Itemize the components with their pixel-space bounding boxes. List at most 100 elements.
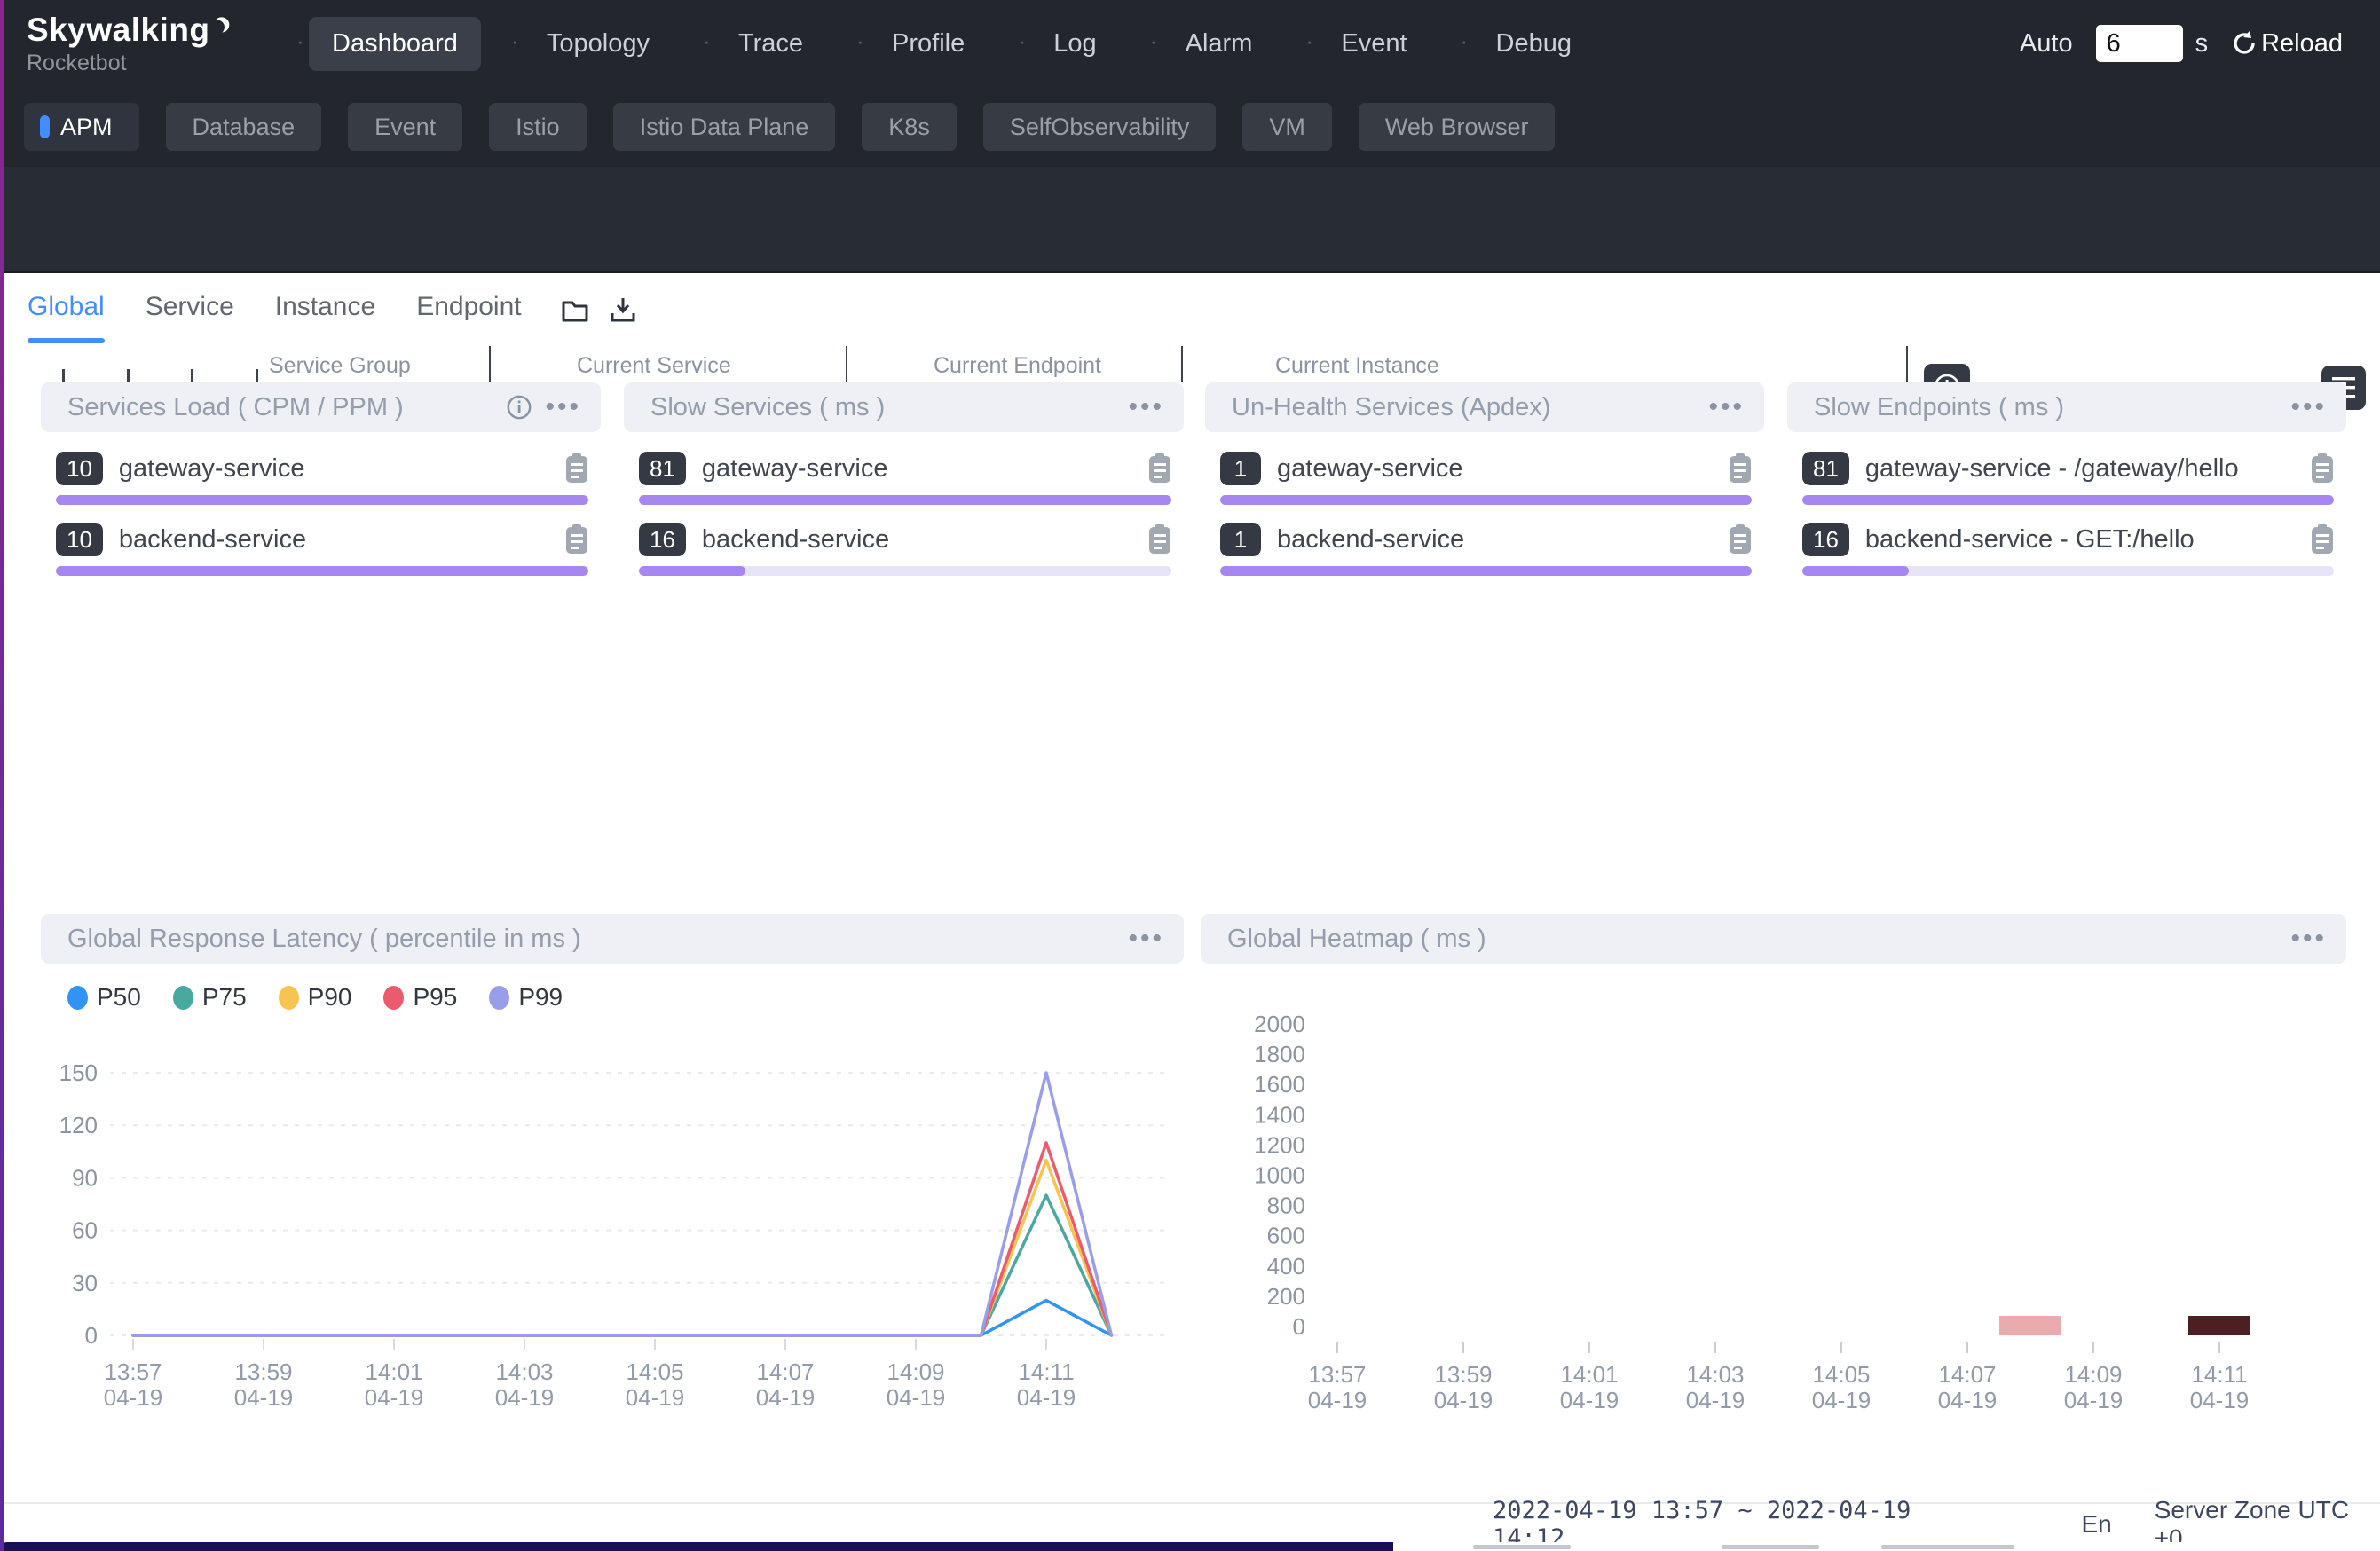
card-header: Un-Health Services (Apdex) •••	[1205, 382, 1764, 432]
svg-text:1200: 1200	[1254, 1131, 1305, 1158]
active-dot	[40, 115, 50, 138]
legend-item[interactable]: P99	[489, 983, 563, 1012]
category-istio-data-plane[interactable]: Istio Data Plane	[613, 103, 836, 151]
category-label: Istio Data Plane	[640, 114, 809, 141]
progress-bar	[639, 495, 1171, 505]
folder-icon[interactable]	[561, 295, 589, 324]
svg-text:04-19: 04-19	[1434, 1387, 1493, 1413]
cutoff-text	[1722, 1545, 1819, 1549]
svg-text:14:07: 14:07	[1938, 1361, 1996, 1388]
nav-item-event[interactable]: Event	[1318, 17, 1430, 71]
svg-text:14:09: 14:09	[887, 1358, 944, 1385]
nav-item-debug[interactable]: Debug	[1473, 17, 1595, 71]
category-database[interactable]: Database	[166, 103, 322, 151]
card-title: Un-Health Services (Apdex)	[1232, 393, 1550, 422]
current-endpoint-label: Current Endpoint	[934, 353, 1101, 379]
endpoint-name[interactable]: backend-service - GET:/hello	[1865, 525, 2195, 555]
clipboard-icon[interactable]	[1729, 524, 1752, 555]
svg-text:1000: 1000	[1254, 1162, 1305, 1189]
category-vm[interactable]: VM	[1242, 103, 1332, 151]
auto-unit-label: s	[2195, 29, 2209, 59]
service-name[interactable]: backend-service	[702, 525, 889, 555]
service-name[interactable]: gateway-service	[119, 454, 305, 484]
nav-item-dashboard[interactable]: Dashboard	[309, 17, 481, 71]
legend-item[interactable]: P90	[279, 983, 352, 1012]
svg-text:14:03: 14:03	[495, 1358, 553, 1385]
clipboard-icon[interactable]	[1148, 453, 1171, 484]
reload-button[interactable]: Reload	[2231, 29, 2343, 59]
service-name[interactable]: gateway-service	[702, 454, 888, 484]
nav-item-topology[interactable]: Topology	[524, 17, 673, 71]
nav-item-alarm[interactable]: Alarm	[1162, 17, 1276, 71]
nav-item-log[interactable]: Log	[1030, 17, 1119, 71]
value-badge: 81	[1802, 452, 1849, 485]
svg-text:04-19: 04-19	[1686, 1387, 1746, 1413]
clipboard-icon[interactable]	[565, 524, 588, 555]
svg-text:13:59: 13:59	[1434, 1361, 1492, 1388]
info-icon[interactable]	[506, 394, 532, 421]
more-options-icon[interactable]: •••	[1708, 403, 1745, 412]
tab-endpoint[interactable]: Endpoint	[416, 292, 521, 327]
category-k8s[interactable]: K8s	[862, 103, 957, 151]
category-label: K8s	[888, 114, 930, 141]
card-header: Services Load ( CPM / PPM ) •••	[41, 382, 601, 432]
svg-text:0: 0	[85, 1322, 98, 1349]
current-service-label: Current Service	[577, 353, 731, 379]
category-label: Web Browser	[1385, 114, 1529, 141]
service-row: 1 gateway-service	[1220, 448, 1752, 505]
svg-text:14:11: 14:11	[2191, 1361, 2247, 1388]
more-options-icon[interactable]: •••	[1128, 403, 1164, 412]
more-options-icon[interactable]: •••	[545, 403, 581, 412]
nav-item-profile[interactable]: Profile	[869, 17, 988, 71]
svg-text:400: 400	[1267, 1253, 1305, 1279]
svg-text:14:07: 14:07	[756, 1358, 814, 1385]
clipboard-icon[interactable]	[1729, 453, 1752, 484]
category-event[interactable]: Event	[348, 103, 462, 151]
endpoint-name[interactable]: gateway-service - /gateway/hello	[1865, 454, 2239, 484]
legend-label: P50	[97, 983, 141, 1012]
category-selfobservability[interactable]: SelfObservability	[983, 103, 1217, 151]
clipboard-icon[interactable]	[1148, 524, 1171, 555]
svg-text:04-19: 04-19	[1938, 1387, 1998, 1413]
svg-text:04-19: 04-19	[104, 1384, 163, 1411]
language-switch[interactable]: En	[2081, 1510, 2111, 1539]
legend-item[interactable]: P50	[67, 983, 141, 1012]
progress-track	[1220, 495, 1752, 505]
card-title: Services Load ( CPM / PPM )	[67, 393, 404, 422]
clipboard-icon[interactable]	[2311, 453, 2334, 484]
value-badge: 1	[1220, 523, 1261, 556]
progress-bar	[1220, 495, 1752, 505]
tab-instance[interactable]: Instance	[275, 292, 375, 327]
category-label: Istio	[516, 114, 560, 141]
service-name[interactable]: gateway-service	[1277, 454, 1463, 484]
download-icon[interactable]	[609, 295, 637, 324]
service-name[interactable]: backend-service	[119, 525, 306, 555]
legend-label: P95	[413, 983, 457, 1012]
category-istio[interactable]: Istio	[489, 103, 587, 151]
category-apm[interactable]: APM	[24, 103, 139, 151]
latency-legend: P50 P75 P90 P95 P99	[67, 983, 595, 1012]
tab-global[interactable]: Global	[28, 292, 105, 327]
selector-bar: Service Group Current Service backend-se…	[0, 167, 2380, 273]
logo[interactable]: Skywalking Rocketbot	[27, 12, 231, 76]
clipboard-icon[interactable]	[565, 453, 588, 484]
svg-text:1400: 1400	[1254, 1101, 1305, 1128]
more-options-icon[interactable]: •••	[2290, 403, 2327, 412]
crescent-icon	[212, 7, 231, 44]
legend-dot	[383, 986, 404, 1010]
svg-text:14:05: 14:05	[626, 1358, 683, 1385]
nav-item-trace[interactable]: Trace	[715, 17, 826, 71]
category-web-browser[interactable]: Web Browser	[1359, 103, 1556, 151]
tab-service[interactable]: Service	[146, 292, 234, 327]
legend-item[interactable]: P75	[173, 983, 247, 1012]
cutoff-text	[1881, 1545, 2014, 1549]
nav-items: Dashboard Topology Trace Profile Log Ala…	[266, 17, 1595, 71]
clipboard-icon[interactable]	[2311, 524, 2334, 555]
service-name[interactable]: backend-service	[1277, 525, 1464, 555]
progress-track	[639, 495, 1171, 505]
progress-bar	[1802, 495, 2334, 505]
auto-interval-input[interactable]	[2096, 25, 2183, 62]
more-options-icon[interactable]: •••	[1128, 934, 1164, 943]
legend-item[interactable]: P95	[383, 983, 457, 1012]
legend-dot	[173, 986, 193, 1010]
